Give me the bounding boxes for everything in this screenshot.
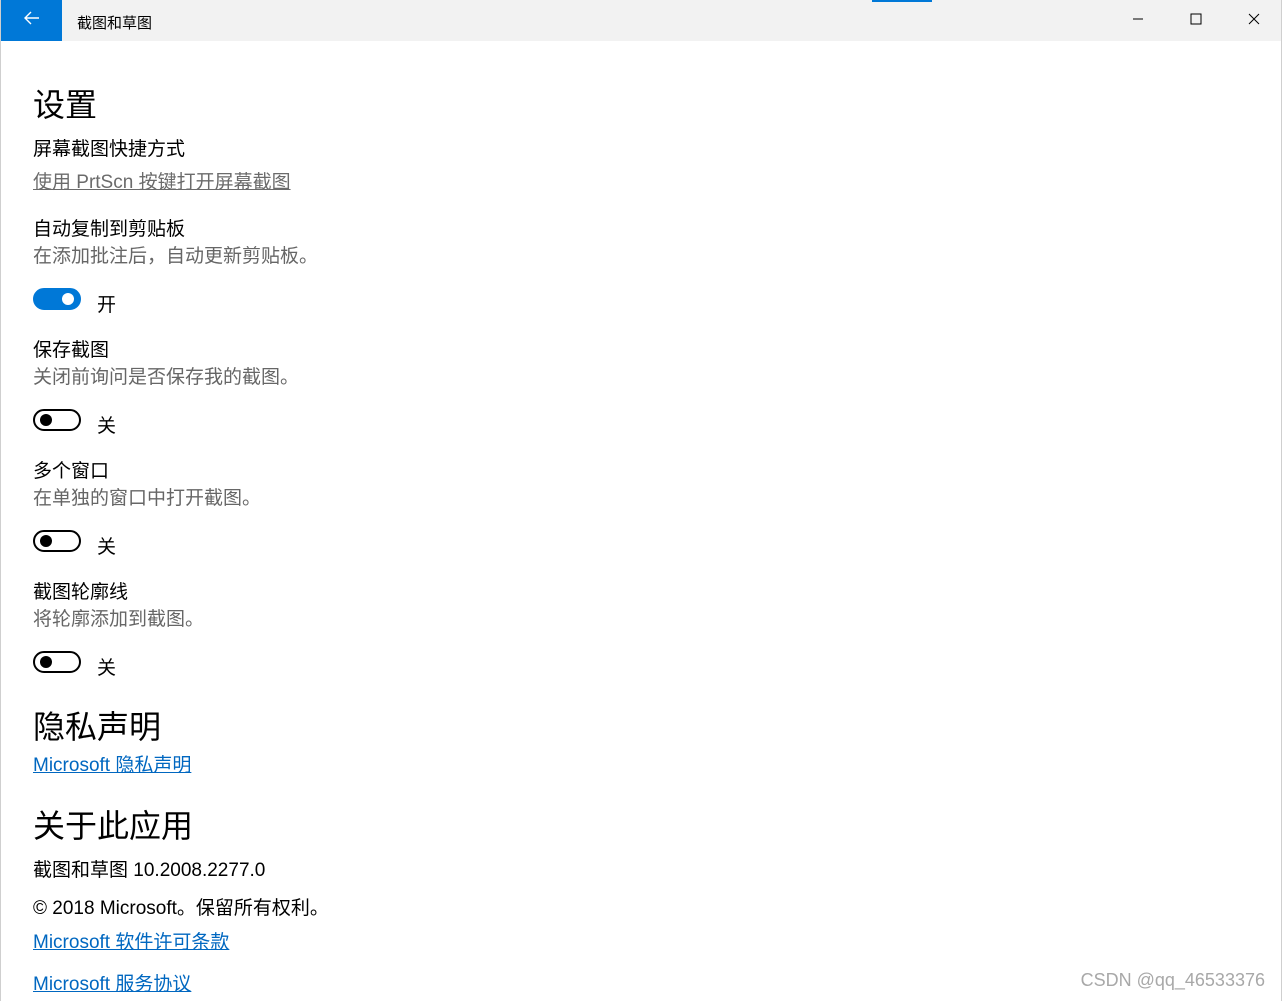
window-title: 截图和草图 [77, 15, 153, 32]
outline-state: 关 [97, 658, 117, 679]
prtscn-link[interactable]: 使用 PrtScn 按键打开屏幕截图 [33, 167, 291, 194]
multi-window-state: 关 [97, 537, 117, 558]
app-version: 截图和草图 10.2008.2277.0 [33, 860, 266, 881]
settings-heading: 设置 [33, 87, 98, 123]
multi-window-toggle[interactable] [33, 530, 81, 552]
minimize-button[interactable] [1109, 0, 1167, 41]
save-snip-toggle[interactable] [33, 409, 81, 431]
copyright: © 2018 Microsoft。保留所有权利。 [33, 898, 329, 919]
save-snip-label: 保存截图 [33, 340, 110, 361]
save-snip-desc: 关闭前询问是否保存我的截图。 [33, 367, 300, 388]
toggle-knob [40, 656, 52, 668]
outline-desc: 将轮廓添加到截图。 [33, 609, 205, 630]
accent-strip [872, 0, 932, 2]
auto-copy-toggle[interactable] [33, 288, 81, 310]
license-link[interactable]: Microsoft 软件许可条款 [33, 927, 229, 954]
about-heading: 关于此应用 [33, 808, 194, 844]
toggle-knob [40, 414, 52, 426]
back-button[interactable] [1, 0, 62, 41]
watermark: CSDN @qq_46533376 [1080, 970, 1265, 990]
privacy-heading: 隐私声明 [33, 709, 162, 745]
toggle-knob [62, 293, 74, 305]
maximize-button[interactable] [1167, 0, 1225, 41]
privacy-link[interactable]: Microsoft 隐私声明 [33, 750, 191, 777]
outline-label: 截图轮廓线 [33, 582, 129, 603]
auto-copy-desc: 在添加批注后，自动更新剪贴板。 [33, 246, 319, 267]
outline-toggle[interactable] [33, 651, 81, 673]
auto-copy-state: 开 [97, 295, 117, 316]
auto-copy-label: 自动复制到剪贴板 [33, 219, 186, 240]
multi-window-desc: 在单独的窗口中打开截图。 [33, 488, 262, 509]
toggle-knob [40, 535, 52, 547]
close-icon [1248, 12, 1260, 30]
maximize-icon [1190, 12, 1202, 30]
multi-window-label: 多个窗口 [33, 461, 110, 482]
shortcut-label: 屏幕截图快捷方式 [33, 139, 186, 160]
service-agreement-link[interactable]: Microsoft 服务协议 [33, 969, 191, 996]
app-window: 截图和草图 设置 屏幕截图快捷方式 使用 PrtScn 按键打开屏幕截图 自动复… [0, 0, 1282, 1001]
save-snip-state: 关 [97, 416, 117, 437]
title-bar: 截图和草图 [1, 0, 1281, 41]
back-arrow-icon [23, 11, 40, 30]
minimize-icon [1132, 12, 1144, 30]
close-button[interactable] [1225, 0, 1282, 41]
